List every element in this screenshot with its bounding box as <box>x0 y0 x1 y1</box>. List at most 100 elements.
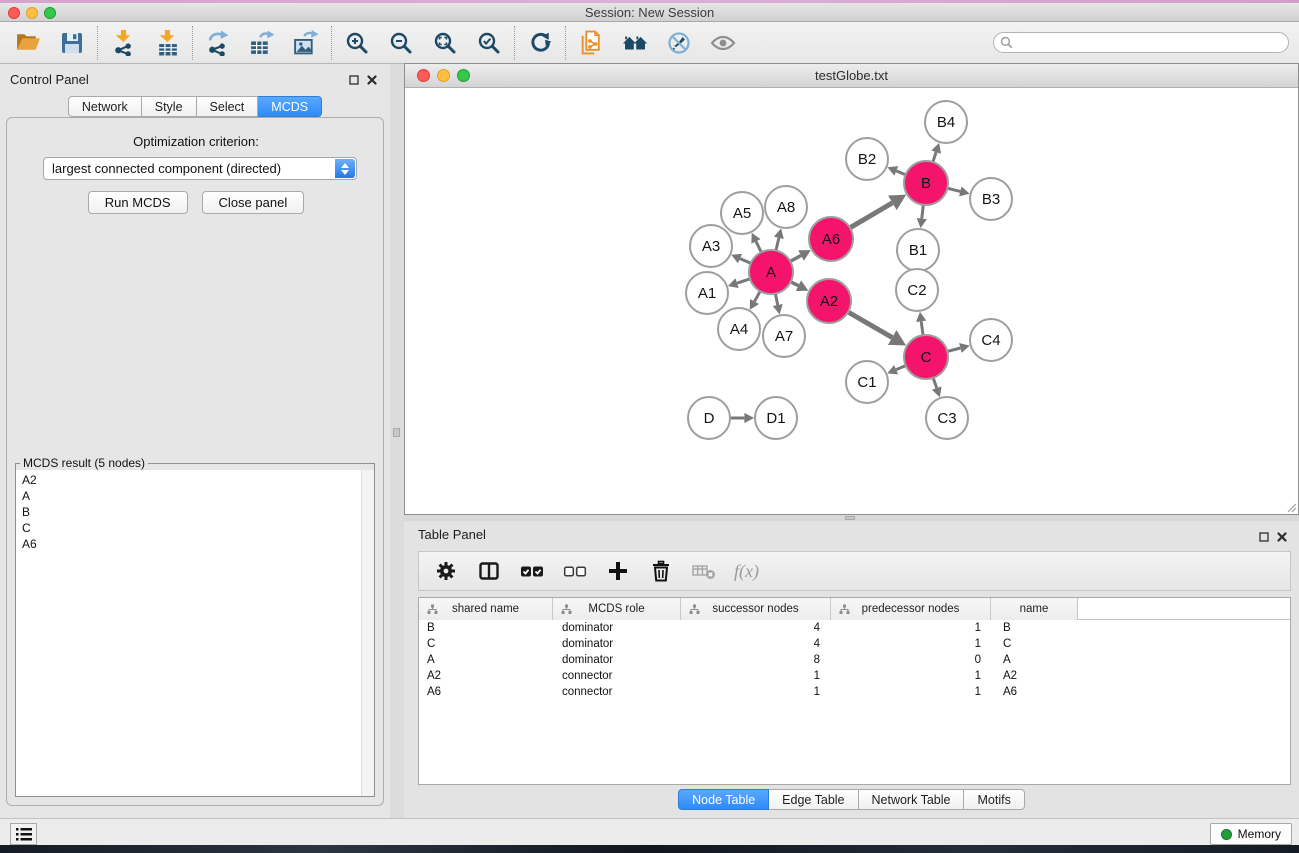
tab-network-table[interactable]: Network Table <box>859 789 965 810</box>
zoom-fit-icon[interactable] <box>431 29 459 57</box>
new-network-from-file-icon[interactable] <box>577 29 605 57</box>
table-row[interactable]: Adominator80A <box>419 652 1290 668</box>
delete-table-icon[interactable] <box>691 558 717 584</box>
delete-column-icon[interactable] <box>648 558 674 584</box>
tab-motifs[interactable]: Motifs <box>964 789 1024 810</box>
result-scrollbar[interactable] <box>361 470 374 796</box>
table-settings-gear-icon[interactable] <box>433 558 459 584</box>
export-table-icon[interactable] <box>248 29 276 57</box>
export-network-icon[interactable] <box>204 29 232 57</box>
edge-A-A4[interactable] <box>750 291 760 310</box>
node-A8[interactable]: A8 <box>765 186 807 228</box>
edge-D-D1[interactable] <box>730 413 754 423</box>
edge-A-A8[interactable] <box>774 228 784 250</box>
node-A5[interactable]: A5 <box>721 192 763 234</box>
edge-A-A3[interactable] <box>731 254 751 263</box>
import-table-icon[interactable] <box>153 29 181 57</box>
node-A3[interactable]: A3 <box>690 225 732 267</box>
open-file-icon[interactable] <box>14 29 42 57</box>
result-item[interactable]: A6 <box>22 536 374 552</box>
table-row[interactable]: A6connector11A6 <box>419 684 1290 700</box>
node-A[interactable]: A <box>749 250 793 294</box>
edge-B-B4[interactable] <box>931 143 941 162</box>
deselect-all-checkboxes-icon[interactable] <box>562 558 588 584</box>
column-visibility-icon[interactable] <box>476 558 502 584</box>
column-header-shared-name[interactable]: shared name <box>419 598 553 620</box>
float-panel-icon[interactable] <box>349 73 359 88</box>
eye-icon[interactable] <box>709 29 737 57</box>
save-session-icon[interactable] <box>58 29 86 57</box>
tab-style[interactable]: Style <box>142 96 197 117</box>
zoom-in-icon[interactable] <box>343 29 371 57</box>
tab-mcds[interactable]: MCDS <box>258 96 322 117</box>
edge-A-A5[interactable] <box>751 233 761 253</box>
add-column-icon[interactable] <box>605 558 631 584</box>
import-network-icon[interactable] <box>109 29 137 57</box>
memory-button[interactable]: Memory <box>1210 823 1292 845</box>
task-history-button[interactable] <box>10 823 37 845</box>
node-A7[interactable]: A7 <box>763 315 805 357</box>
divider-handle[interactable] <box>393 428 400 437</box>
edge-C-C1[interactable] <box>887 365 905 374</box>
node-A2[interactable]: A2 <box>807 279 851 323</box>
node-C3[interactable]: C3 <box>926 397 968 439</box>
result-item[interactable]: C <box>22 520 374 536</box>
node-A4[interactable]: A4 <box>718 308 760 350</box>
edge-C-C3[interactable] <box>932 378 942 397</box>
node-A1[interactable]: A1 <box>686 272 728 314</box>
zoom-selected-icon[interactable] <box>475 29 503 57</box>
edge-A-A6[interactable] <box>790 250 811 261</box>
result-item[interactable]: B <box>22 504 374 520</box>
run-mcds-button[interactable]: Run MCDS <box>88 191 188 214</box>
node-C1[interactable]: C1 <box>846 361 888 403</box>
network-canvas[interactable]: AA1A2A3A4A5A6A7A8BB1B2B3B4CC1C2C3C4DD1 <box>405 88 1298 514</box>
column-header-successor-nodes[interactable]: successor nodes <box>681 598 831 620</box>
table-row[interactable]: A2connector11A2 <box>419 668 1290 684</box>
edge-A6-B[interactable] <box>850 195 906 228</box>
edge-B-B2[interactable] <box>887 166 905 175</box>
criterion-dropdown[interactable]: largest connected component (directed) <box>43 157 357 180</box>
edge-A-A2[interactable] <box>791 280 809 291</box>
hide-graphics-details-icon[interactable] <box>665 29 693 57</box>
node-A6[interactable]: A6 <box>809 217 853 261</box>
node-B4[interactable]: B4 <box>925 101 967 143</box>
network-window-titlebar[interactable]: testGlobe.txt <box>405 64 1298 88</box>
zoom-out-icon[interactable] <box>387 29 415 57</box>
table-row[interactable]: Bdominator41B <box>419 620 1290 636</box>
edge-A-A1[interactable] <box>728 278 750 288</box>
function-builder-icon[interactable]: f(x) <box>734 561 759 582</box>
result-item[interactable]: A <box>22 488 374 504</box>
column-header-name[interactable]: name <box>991 598 1078 620</box>
tab-network[interactable]: Network <box>68 96 142 117</box>
node-B[interactable]: B <box>904 161 948 205</box>
tab-node-table[interactable]: Node Table <box>678 789 769 810</box>
node-C[interactable]: C <box>904 335 948 379</box>
resize-grip-icon[interactable] <box>1285 501 1297 513</box>
close-panel-button[interactable]: Close panel <box>202 191 305 214</box>
vertical-split-divider[interactable] <box>390 64 404 818</box>
node-D[interactable]: D <box>688 397 730 439</box>
horizontal-divider-handle[interactable] <box>845 516 855 520</box>
close-table-panel-icon[interactable] <box>1277 530 1287 545</box>
node-B1[interactable]: B1 <box>897 229 939 271</box>
edge-C-C4[interactable] <box>947 343 969 353</box>
edge-C-C2[interactable] <box>916 312 926 335</box>
table-row[interactable]: Cdominator41C <box>419 636 1290 652</box>
node-table[interactable]: shared nameMCDS rolesuccessor nodesprede… <box>418 597 1291 785</box>
node-B3[interactable]: B3 <box>970 178 1012 220</box>
edge-B-B1[interactable] <box>917 205 927 228</box>
column-header-MCDS-role[interactable]: MCDS role <box>553 598 681 620</box>
edge-A2-C[interactable] <box>848 312 906 346</box>
tab-select[interactable]: Select <box>197 96 259 117</box>
node-C4[interactable]: C4 <box>970 319 1012 361</box>
edge-A-A7[interactable] <box>773 294 783 315</box>
node-D1[interactable]: D1 <box>755 397 797 439</box>
houses-icon[interactable] <box>621 29 649 57</box>
close-panel-icon[interactable] <box>367 73 377 88</box>
edge-B-B3[interactable] <box>947 186 969 196</box>
select-all-checkboxes-icon[interactable] <box>519 558 545 584</box>
node-C2[interactable]: C2 <box>896 269 938 311</box>
export-image-icon[interactable] <box>292 29 320 57</box>
refresh-icon[interactable] <box>526 29 554 57</box>
float-table-panel-icon[interactable] <box>1259 530 1269 545</box>
